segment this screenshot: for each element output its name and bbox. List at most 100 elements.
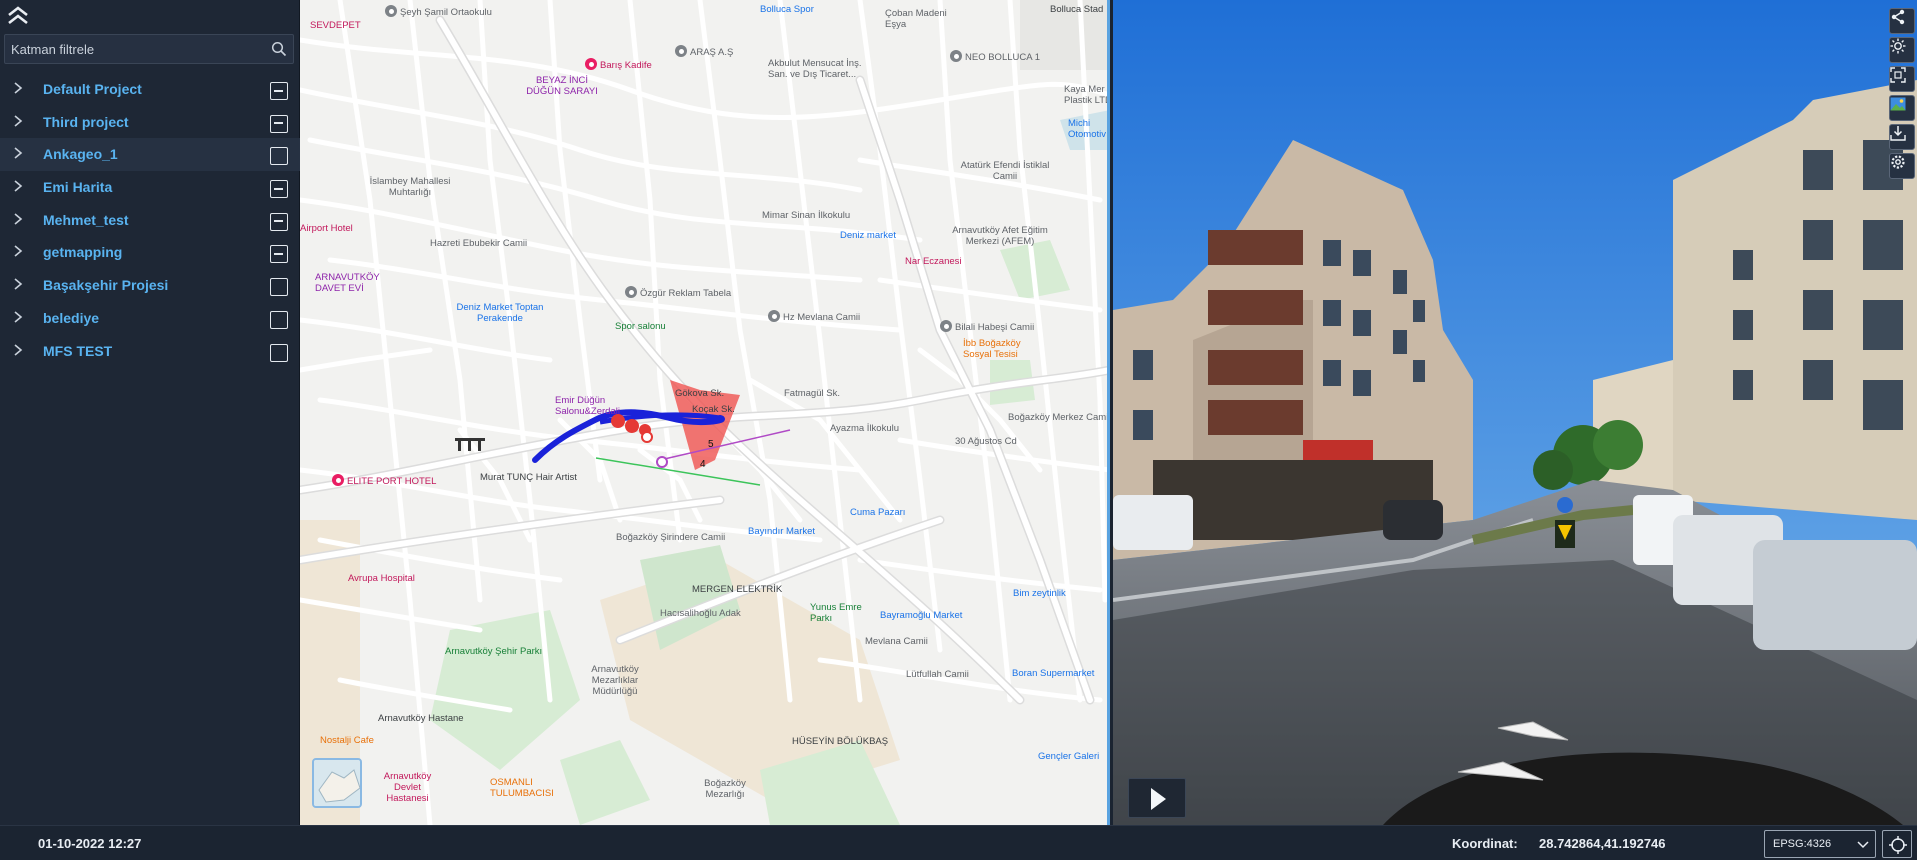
map-label: MERGEN ELEKTRİK bbox=[692, 584, 783, 595]
layer-sidebar: Default Project Third project Ankageo_1 … bbox=[0, 0, 300, 825]
map-label: Boran Supermarket bbox=[1012, 668, 1095, 679]
map-label: Cuma Pazarı bbox=[850, 507, 906, 518]
map-label: ELITE PORT HOTEL bbox=[332, 474, 436, 487]
map-label: SEVDEPET bbox=[310, 20, 361, 31]
layer-checkbox[interactable] bbox=[270, 180, 288, 199]
layer-filter-input[interactable] bbox=[5, 35, 261, 63]
map-label: Arnavutköy Şehir Parkı bbox=[445, 646, 543, 657]
layer-checkbox[interactable] bbox=[270, 343, 288, 362]
map-label: Bolluca Stad bbox=[1050, 4, 1104, 15]
chevron-right-icon[interactable] bbox=[12, 213, 24, 225]
chevron-right-icon[interactable] bbox=[12, 245, 24, 258]
layer-item-ankageo-1[interactable]: Ankageo_1 bbox=[0, 138, 300, 172]
chevron-right-icon[interactable] bbox=[12, 311, 24, 323]
map-label: ARAŞ A.Ş bbox=[675, 45, 733, 58]
chevron-down-icon bbox=[1857, 841, 1869, 849]
download-button[interactable] bbox=[1889, 124, 1915, 150]
svg-text:5: 5 bbox=[708, 439, 714, 450]
layer-item-belediye[interactable]: belediye bbox=[0, 302, 300, 335]
poi-pin-icon bbox=[385, 5, 397, 17]
image-icon bbox=[1890, 97, 1906, 111]
map-label: Nar Eczanesi bbox=[905, 256, 962, 267]
map-label: Yunus Emre Parkı bbox=[810, 602, 862, 624]
map-label: Arnavutköy Hastane bbox=[378, 713, 464, 724]
image-button[interactable] bbox=[1889, 95, 1915, 121]
layer-checkbox[interactable] bbox=[270, 245, 288, 264]
coordinate-label: Koordinat: bbox=[1452, 836, 1518, 851]
brightness-button[interactable] bbox=[1889, 37, 1915, 63]
crosshair-icon bbox=[1889, 836, 1907, 854]
layer-label: Third project bbox=[43, 113, 129, 130]
double-chevron-up-icon bbox=[8, 6, 28, 25]
chevron-right-icon[interactable] bbox=[12, 147, 24, 159]
settings-button[interactable] bbox=[1889, 153, 1915, 179]
map-label: Gençler Galeri bbox=[1038, 751, 1100, 762]
poi-pin-icon bbox=[332, 474, 344, 486]
layer-checkbox[interactable] bbox=[270, 147, 288, 166]
play-button[interactable] bbox=[1128, 778, 1186, 818]
map-label: Bilali Habeşi Camii bbox=[940, 320, 1034, 333]
layer-checkbox[interactable] bbox=[270, 114, 288, 133]
map-label: Mimar Sinan İlkokulu bbox=[762, 210, 851, 221]
layer-item-mehmet-test[interactable]: Mehmet_test bbox=[0, 204, 300, 237]
collapse-sidebar-button[interactable] bbox=[4, 4, 32, 28]
layer-checkbox[interactable] bbox=[270, 310, 288, 329]
share-button[interactable] bbox=[1889, 8, 1915, 34]
chevron-right-icon[interactable] bbox=[12, 343, 24, 356]
map-label: Avrupa Hospital bbox=[348, 573, 415, 584]
map-label: 30 Ağustos Cd bbox=[955, 436, 1017, 447]
layer-checkbox[interactable] bbox=[270, 278, 288, 297]
layer-checkbox[interactable] bbox=[270, 82, 288, 100]
layer-item-emi-harita[interactable]: Emi Harita bbox=[0, 171, 300, 204]
poi-pin-icon bbox=[940, 320, 952, 332]
map-label: İbb Boğazköy Sosyal Tesisi bbox=[963, 338, 1021, 360]
map-label: Boğazköy Merkez Camii bbox=[1008, 412, 1110, 423]
app-root: Default Project Third project Ankageo_1 … bbox=[0, 0, 1917, 860]
chevron-right-icon[interactable] bbox=[12, 82, 24, 94]
map-label: Nostalji Cafe bbox=[320, 735, 374, 746]
chevron-right-icon[interactable] bbox=[12, 115, 24, 127]
fullscreen-button[interactable] bbox=[1889, 66, 1915, 92]
map-label: Murat TUNÇ Hair Artist bbox=[480, 472, 577, 483]
layer-filter bbox=[4, 34, 294, 64]
map-label: Arnavutköy Devlet Hastanesi bbox=[383, 771, 432, 804]
map-label: Çoban Madeni Eşya bbox=[885, 8, 947, 30]
map-label: Mevlana Camii bbox=[865, 636, 928, 647]
layer-item-mfs-test[interactable]: MFS TEST bbox=[0, 335, 300, 368]
map-label: İslambey Mahallesi Muhtarlığı bbox=[369, 176, 451, 198]
street-view-panel[interactable] bbox=[1113, 0, 1917, 825]
svg-text:4: 4 bbox=[700, 459, 706, 470]
map-label: Arnavutköy Mezarlıklar Müdürlüğü bbox=[591, 664, 639, 697]
chevron-right-icon[interactable] bbox=[12, 278, 24, 290]
minimap-toggle[interactable] bbox=[312, 758, 362, 808]
layer-item-basaksehir-projesi[interactable]: Başakşehir Projesi bbox=[0, 269, 300, 302]
layer-item-getmapping[interactable]: getmapping bbox=[0, 236, 300, 269]
map-label: Barış Kadife bbox=[585, 58, 652, 71]
layer-label: Default Project bbox=[43, 81, 142, 97]
layer-checkbox[interactable] bbox=[270, 212, 288, 231]
layer-item-third-project[interactable]: Third project bbox=[0, 106, 300, 139]
layer-label: Ankageo_1 bbox=[43, 146, 118, 163]
map-label: Airport Hotel bbox=[300, 223, 353, 234]
map-label: Emir Düğün Salonu&Zerdali bbox=[555, 395, 620, 417]
coordinate-value: 28.742864,41.192746 bbox=[1539, 836, 1666, 851]
map-view[interactable]: 4 5 SEVDEPET Şeyh Şamil Ortaokulu Barış … bbox=[300, 0, 1110, 825]
search-icon[interactable] bbox=[271, 41, 287, 57]
layer-item-default-project[interactable]: Default Project bbox=[0, 73, 300, 106]
map-label: BEYAZ İNCİ DÜĞÜN SARAYI bbox=[526, 75, 598, 97]
brightness-icon bbox=[1890, 38, 1906, 54]
projection-select[interactable]: EPSG:4326 bbox=[1764, 830, 1876, 858]
map-label: Deniz Market Toptan Perakende bbox=[456, 302, 544, 324]
map-label: ARNAVUTKÖY DAVET EVİ bbox=[315, 272, 380, 294]
map-label: Şeyh Şamil Ortaokulu bbox=[385, 5, 492, 18]
poi-pin-icon bbox=[675, 45, 687, 57]
poi-pin-icon bbox=[585, 58, 597, 70]
map-label: Hacısalihoğlu Adak bbox=[660, 608, 741, 619]
map-label: Boğazköy Mezarlığı bbox=[704, 778, 746, 800]
map-label: OSMANLI TULUMBACISI bbox=[490, 777, 554, 799]
minimap-icon bbox=[314, 760, 360, 806]
layer-label: belediye bbox=[43, 309, 100, 326]
chevron-right-icon[interactable] bbox=[12, 180, 24, 192]
locate-button[interactable] bbox=[1882, 830, 1912, 858]
map-label: Lütfullah Camii bbox=[906, 669, 969, 680]
